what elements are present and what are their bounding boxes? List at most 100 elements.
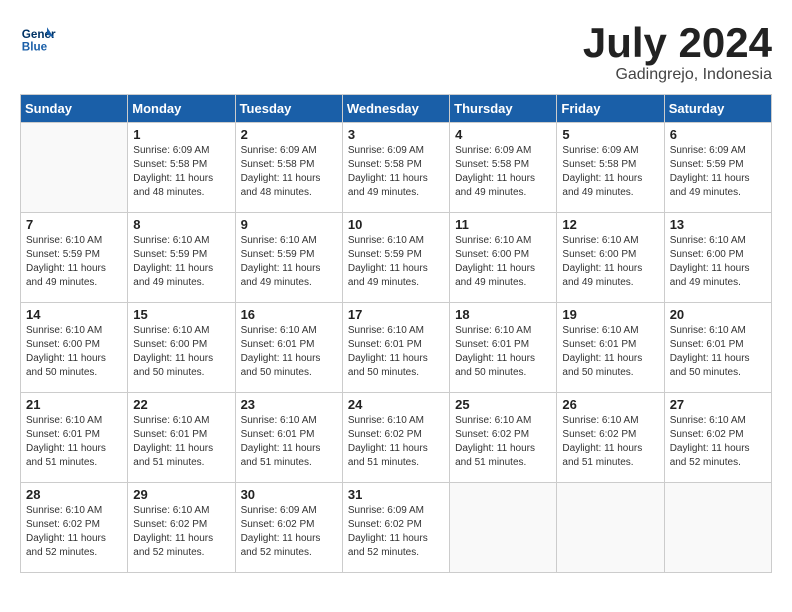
calendar-cell: 8 Sunrise: 6:10 AM Sunset: 5:59 PM Daylig…: [128, 213, 235, 303]
day-info: Sunrise: 6:10 AM Sunset: 5:59 PM Dayligh…: [348, 234, 444, 290]
day-number: 11: [455, 217, 551, 232]
day-info: Sunrise: 6:09 AM Sunset: 6:02 PM Dayligh…: [241, 504, 337, 560]
day-info: Sunrise: 6:10 AM Sunset: 6:02 PM Dayligh…: [26, 504, 122, 560]
calendar-cell: 17 Sunrise: 6:10 AM Sunset: 6:01 PM Dayli…: [342, 303, 449, 393]
day-info: Sunrise: 6:10 AM Sunset: 6:01 PM Dayligh…: [241, 414, 337, 470]
day-header-monday: Monday: [128, 95, 235, 123]
calendar-cell: 1 Sunrise: 6:09 AM Sunset: 5:58 PM Daylig…: [128, 123, 235, 213]
day-info: Sunrise: 6:10 AM Sunset: 6:01 PM Dayligh…: [241, 324, 337, 380]
day-number: 16: [241, 307, 337, 322]
day-info: Sunrise: 6:10 AM Sunset: 6:01 PM Dayligh…: [133, 414, 229, 470]
calendar-cell: 23Sunrise: 6:10 AM Sunset: 6:01 PM Dayli…: [235, 393, 342, 483]
calendar-cell: [450, 483, 557, 573]
calendar-cell: 5 Sunrise: 6:09 AM Sunset: 5:58 PM Daylig…: [557, 123, 664, 213]
calendar-cell: 15 Sunrise: 6:10 AM Sunset: 6:00 PM Dayli…: [128, 303, 235, 393]
calendar-cell: 26 Sunrise: 6:10 AM Sunset: 6:02 PM Dayli…: [557, 393, 664, 483]
day-number: 4: [455, 127, 551, 142]
day-header-saturday: Saturday: [664, 95, 771, 123]
calendar-cell: 3 Sunrise: 6:09 AM Sunset: 5:58 PM Daylig…: [342, 123, 449, 213]
logo-icon: General Blue: [20, 20, 56, 56]
calendar-cell: 20Sunrise: 6:10 AM Sunset: 6:01 PM Dayli…: [664, 303, 771, 393]
day-number: 22: [133, 397, 229, 412]
day-info: Sunrise: 6:10 AM Sunset: 6:00 PM Dayligh…: [562, 234, 658, 290]
day-number: 3: [348, 127, 444, 142]
page-header: General Blue July 2024 Gadingrejo, Indon…: [20, 20, 772, 84]
calendar-cell: 16 Sunrise: 6:10 AM Sunset: 6:01 PM Dayli…: [235, 303, 342, 393]
day-number: 20: [670, 307, 766, 322]
day-info: Sunrise: 6:09 AM Sunset: 5:58 PM Dayligh…: [348, 144, 444, 200]
calendar-cell: 6 Sunrise: 6:09 AM Sunset: 5:59 PM Daylig…: [664, 123, 771, 213]
day-info: Sunrise: 6:10 AM Sunset: 6:01 PM Dayligh…: [562, 324, 658, 380]
calendar-cell: [664, 483, 771, 573]
calendar-cell: 18 Sunrise: 6:10 AM Sunset: 6:01 PM Dayli…: [450, 303, 557, 393]
calendar-cell: 2 Sunrise: 6:09 AM Sunset: 5:58 PM Daylig…: [235, 123, 342, 213]
day-number: 6: [670, 127, 766, 142]
day-info: Sunrise: 6:10 AM Sunset: 5:59 PM Dayligh…: [26, 234, 122, 290]
day-info: Sunrise: 6:09 AM Sunset: 5:59 PM Dayligh…: [670, 144, 766, 200]
day-info: Sunrise: 6:09 AM Sunset: 5:58 PM Dayligh…: [455, 144, 551, 200]
day-number: 26: [562, 397, 658, 412]
calendar-cell: 24 Sunrise: 6:10 AM Sunset: 6:02 PM Dayli…: [342, 393, 449, 483]
calendar-cell: 9 Sunrise: 6:10 AM Sunset: 5:59 PM Daylig…: [235, 213, 342, 303]
calendar-cell: 28Sunrise: 6:10 AM Sunset: 6:02 PM Dayli…: [21, 483, 128, 573]
calendar-cell: 19Sunrise: 6:10 AM Sunset: 6:01 PM Dayli…: [557, 303, 664, 393]
calendar-cell: 4 Sunrise: 6:09 AM Sunset: 5:58 PM Daylig…: [450, 123, 557, 213]
day-number: 29: [133, 487, 229, 502]
day-number: 30: [241, 487, 337, 502]
calendar-cell: 27Sunrise: 6:10 AM Sunset: 6:02 PM Dayli…: [664, 393, 771, 483]
calendar-cell: 22 Sunrise: 6:10 AM Sunset: 6:01 PM Dayli…: [128, 393, 235, 483]
day-number: 31: [348, 487, 444, 502]
day-info: Sunrise: 6:09 AM Sunset: 5:58 PM Dayligh…: [562, 144, 658, 200]
day-number: 2: [241, 127, 337, 142]
day-info: Sunrise: 6:09 AM Sunset: 5:58 PM Dayligh…: [133, 144, 229, 200]
location: Gadingrejo, Indonesia: [583, 66, 772, 84]
title-block: July 2024 Gadingrejo, Indonesia: [583, 20, 772, 84]
svg-text:Blue: Blue: [22, 41, 48, 54]
day-info: Sunrise: 6:10 AM Sunset: 6:00 PM Dayligh…: [133, 324, 229, 380]
day-header-sunday: Sunday: [21, 95, 128, 123]
day-header-wednesday: Wednesday: [342, 95, 449, 123]
calendar-cell: 25 Sunrise: 6:10 AM Sunset: 6:02 PM Dayli…: [450, 393, 557, 483]
day-header-tuesday: Tuesday: [235, 95, 342, 123]
day-info: Sunrise: 6:10 AM Sunset: 6:02 PM Dayligh…: [133, 504, 229, 560]
day-number: 10: [348, 217, 444, 232]
day-number: 15: [133, 307, 229, 322]
day-number: 25: [455, 397, 551, 412]
day-number: 5: [562, 127, 658, 142]
day-number: 7: [26, 217, 122, 232]
day-info: Sunrise: 6:09 AM Sunset: 6:02 PM Dayligh…: [348, 504, 444, 560]
day-number: 24: [348, 397, 444, 412]
calendar-cell: 11 Sunrise: 6:10 AM Sunset: 6:00 PM Dayli…: [450, 213, 557, 303]
day-info: Sunrise: 6:10 AM Sunset: 6:00 PM Dayligh…: [26, 324, 122, 380]
day-number: 12: [562, 217, 658, 232]
calendar-cell: [21, 123, 128, 213]
day-info: Sunrise: 6:10 AM Sunset: 6:02 PM Dayligh…: [348, 414, 444, 470]
day-number: 27: [670, 397, 766, 412]
logo: General Blue: [20, 20, 56, 56]
day-number: 9: [241, 217, 337, 232]
calendar-cell: 10 Sunrise: 6:10 AM Sunset: 5:59 PM Dayli…: [342, 213, 449, 303]
month-title: July 2024: [583, 20, 772, 66]
day-info: Sunrise: 6:10 AM Sunset: 6:02 PM Dayligh…: [455, 414, 551, 470]
day-info: Sunrise: 6:10 AM Sunset: 6:00 PM Dayligh…: [455, 234, 551, 290]
calendar-cell: [557, 483, 664, 573]
day-info: Sunrise: 6:09 AM Sunset: 5:58 PM Dayligh…: [241, 144, 337, 200]
day-number: 13: [670, 217, 766, 232]
day-info: Sunrise: 6:10 AM Sunset: 6:00 PM Dayligh…: [670, 234, 766, 290]
day-number: 8: [133, 217, 229, 232]
calendar-cell: 29 Sunrise: 6:10 AM Sunset: 6:02 PM Dayli…: [128, 483, 235, 573]
day-number: 21: [26, 397, 122, 412]
day-number: 18: [455, 307, 551, 322]
day-info: Sunrise: 6:10 AM Sunset: 5:59 PM Dayligh…: [133, 234, 229, 290]
day-info: Sunrise: 6:10 AM Sunset: 6:02 PM Dayligh…: [562, 414, 658, 470]
day-info: Sunrise: 6:10 AM Sunset: 6:01 PM Dayligh…: [455, 324, 551, 380]
calendar-cell: 13 Sunrise: 6:10 AM Sunset: 6:00 PM Dayli…: [664, 213, 771, 303]
day-info: Sunrise: 6:10 AM Sunset: 5:59 PM Dayligh…: [241, 234, 337, 290]
calendar-cell: 12 Sunrise: 6:10 AM Sunset: 6:00 PM Dayli…: [557, 213, 664, 303]
day-number: 17: [348, 307, 444, 322]
day-header-friday: Friday: [557, 95, 664, 123]
calendar-cell: 7 Sunrise: 6:10 AM Sunset: 5:59 PM Daylig…: [21, 213, 128, 303]
day-info: Sunrise: 6:10 AM Sunset: 6:01 PM Dayligh…: [26, 414, 122, 470]
day-number: 1: [133, 127, 229, 142]
day-info: Sunrise: 6:10 AM Sunset: 6:01 PM Dayligh…: [348, 324, 444, 380]
